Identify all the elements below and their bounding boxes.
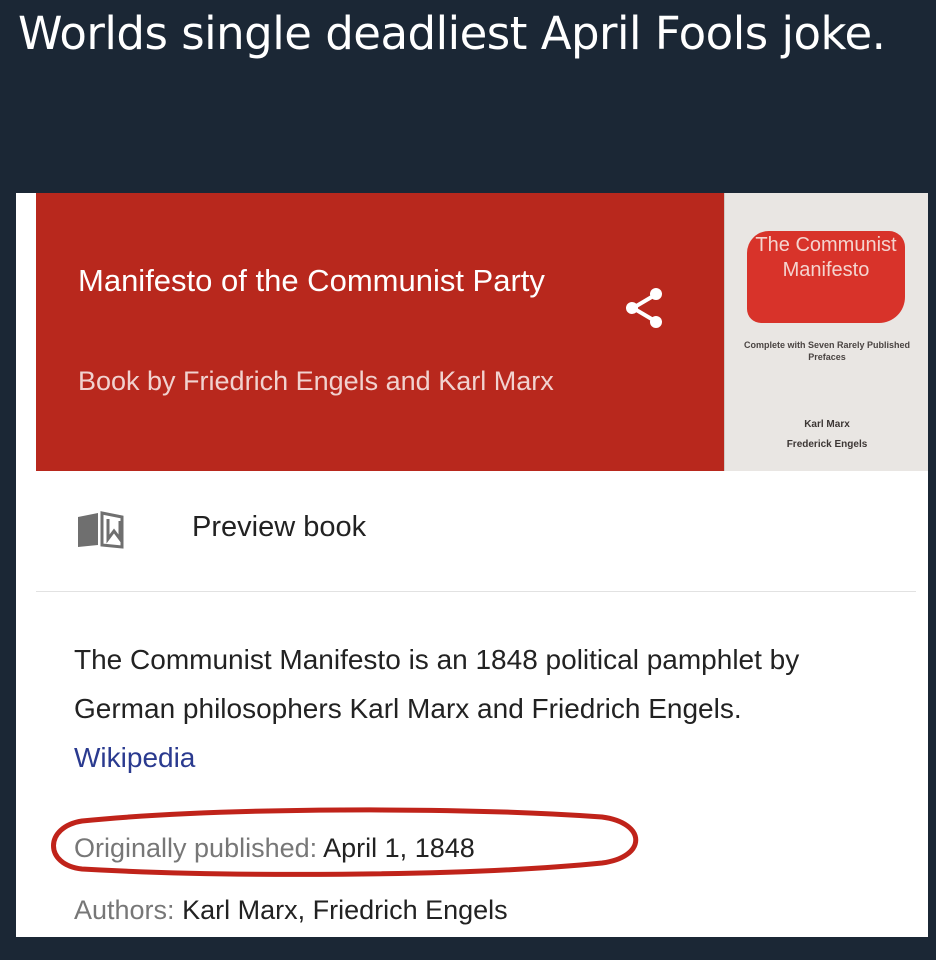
published-field: Originally published: April 1, 1848 (74, 833, 475, 864)
authors-value[interactable]: Karl Marx, Friedrich Engels (182, 895, 508, 925)
cover-subtitle: Complete with Seven Rarely Published Pre… (743, 340, 911, 362)
book-subtitle: Book by Friedrich Engels and Karl Marx (78, 366, 554, 396)
cover-title: The Communist Manifesto (747, 231, 905, 323)
knowledge-panel: Manifesto of the Communist Party Book by… (16, 193, 928, 937)
cover-author: Frederick Engels (786, 439, 868, 450)
book-title: Manifesto of the Communist Party (78, 263, 545, 298)
post-caption: Worlds single deadliest April Fools joke… (18, 7, 886, 60)
cover-author: Karl Marx (804, 419, 850, 430)
book-icon (74, 509, 130, 549)
preview-book-button[interactable]: Preview book (36, 471, 916, 592)
preview-book-label: Preview book (192, 511, 367, 543)
book-description: The Communist Manifesto is an 1848 polit… (74, 635, 854, 782)
wikipedia-link[interactable]: Wikipedia (74, 742, 195, 773)
authors-field: Authors: Karl Marx, Friedrich Engels (74, 895, 508, 926)
panel-header: Manifesto of the Communist Party Book by… (36, 193, 724, 471)
authors-label: Authors: (74, 895, 175, 925)
book-cover-image[interactable]: The Communist Manifesto Complete with Se… (724, 193, 928, 471)
cover-authors: Karl Marx Frederick Engels (735, 415, 919, 455)
share-icon[interactable] (618, 283, 668, 333)
published-value: April 1, 1848 (323, 833, 475, 863)
published-label: Originally published: (74, 833, 318, 863)
description-text: The Communist Manifesto is an 1848 polit… (74, 644, 800, 724)
